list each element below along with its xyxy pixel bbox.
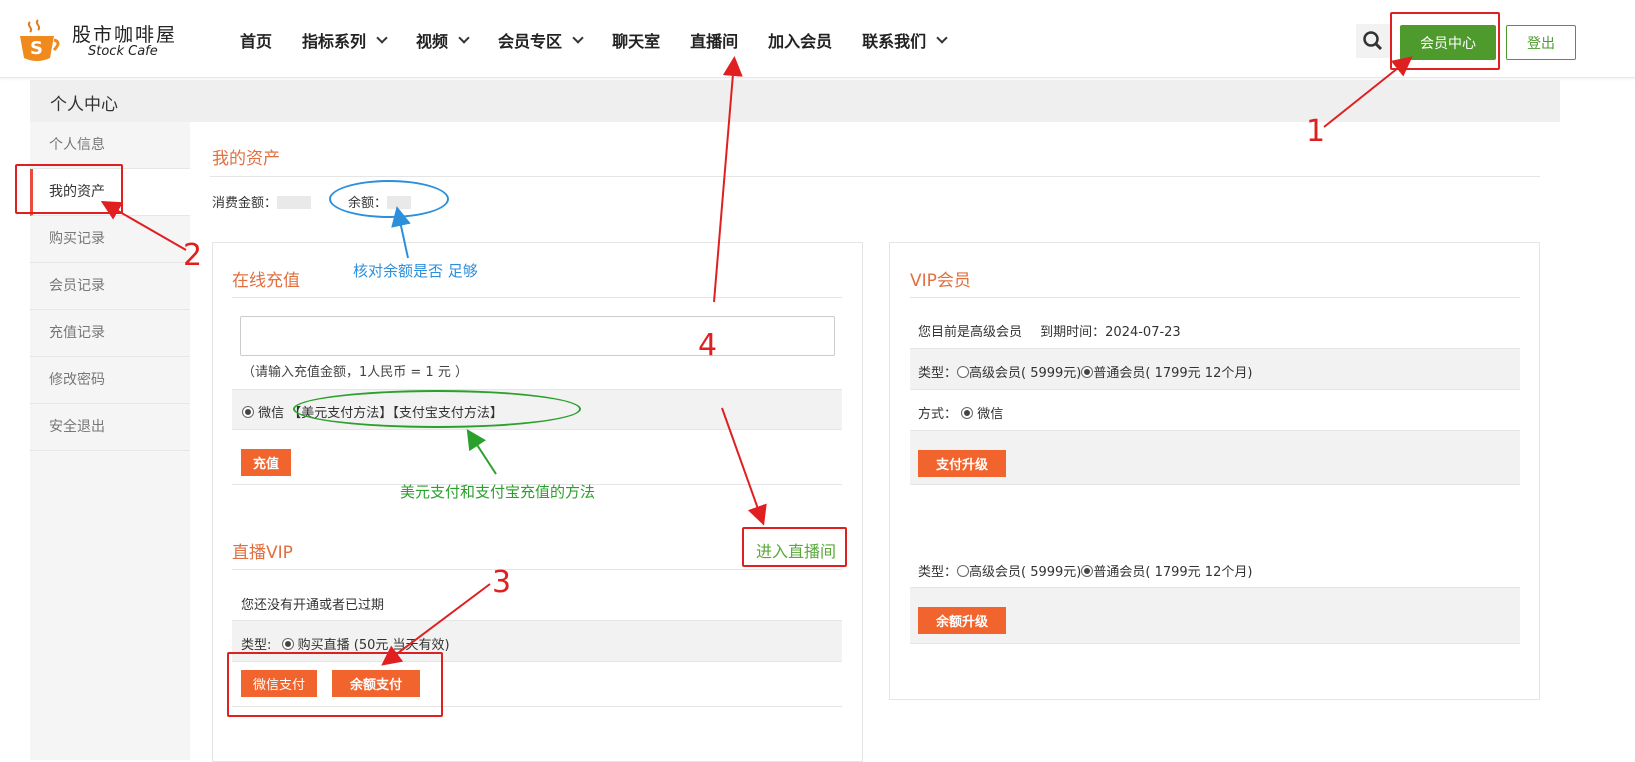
search-button[interactable]	[1356, 24, 1390, 58]
sidebar-item-logout[interactable]: 安全退出	[30, 404, 190, 451]
logo[interactable]: S 股市咖啡屋 Stock Cafe	[16, 18, 176, 68]
vip-method: 方式： 微信	[918, 403, 1003, 422]
live-vip-title: 直播VIP	[232, 543, 293, 563]
chevron-down-icon	[376, 31, 388, 44]
spent-label: 消费金额：	[212, 196, 278, 211]
nav-label: 会员专区	[498, 32, 563, 51]
recharge-button[interactable]: 充值	[241, 449, 292, 476]
senior-option: 高级会员( 5999元)	[969, 565, 1082, 580]
annotation-number-3: 3	[492, 565, 512, 600]
vip-type: 类型： 高级会员( 5999元) 普通会员( 1799元 12个月)	[918, 362, 1252, 381]
sidebar-item-recharge-records[interactable]: 充值记录	[30, 310, 190, 357]
nav-label: 视频	[416, 32, 449, 51]
annotation-ellipse-methods	[293, 390, 581, 428]
chevron-down-icon	[458, 31, 470, 44]
spent-amount: 消费金额：	[212, 192, 312, 211]
nav-label: 聊天室	[612, 32, 661, 51]
nav-label: 加入会员	[768, 32, 833, 51]
nav-videos[interactable]: 视频	[416, 28, 470, 52]
vip-method-label: 方式：	[918, 407, 958, 422]
search-icon	[1363, 31, 1383, 51]
annotation-methods-note: 美元支付和支付宝充值的方法	[400, 483, 596, 501]
sidebar-item-purchases[interactable]: 购买记录	[30, 216, 190, 263]
live-type-label: 类型:	[241, 638, 272, 653]
nav-home[interactable]: 首页	[240, 28, 272, 52]
live-type: 类型: 购买直播 (50元 当天有效)	[241, 634, 450, 653]
main-nav: 首页 指标系列 视频 会员专区 聊天室 直播间 加入会员 联系我们	[240, 28, 976, 52]
logo-text-cn: 股市咖啡屋	[72, 24, 178, 46]
vip-type-label: 类型：	[918, 366, 958, 381]
live-type-radio[interactable]	[281, 638, 294, 650]
nav-chatroom[interactable]: 聊天室	[612, 28, 660, 52]
logout-button[interactable]: 登出	[1506, 25, 1576, 60]
normal-option: 普通会员( 1799元 12个月)	[1093, 565, 1253, 580]
vip-type-label: 类型：	[918, 565, 958, 580]
svg-text:S: S	[30, 38, 43, 59]
sidebar: 个人信息 我的资产 购买记录 会员记录 充值记录 修改密码 安全退出	[30, 122, 190, 760]
vip-wechat-radio[interactable]	[961, 407, 974, 419]
wechat-label: 微信	[258, 406, 285, 421]
coffee-cup-icon: S	[20, 19, 60, 61]
chevron-down-icon	[572, 31, 584, 44]
recharge-amount-input[interactable]	[240, 316, 835, 356]
annotation-number-4: 4	[698, 328, 718, 363]
wechat-radio[interactable]	[242, 406, 254, 418]
vip-type-2: 类型： 高级会员( 5999元) 普通会员( 1799元 12个月)	[918, 561, 1252, 580]
annotation-box-3	[227, 652, 443, 717]
vip-wechat-label: 微信	[977, 407, 1004, 422]
annotation-box-4	[742, 527, 847, 567]
normal-radio[interactable]	[1081, 565, 1094, 577]
senior-radio[interactable]	[957, 565, 970, 577]
vip-current-status: 您目前是高级会员	[918, 325, 1023, 340]
nav-label: 指标系列	[302, 32, 367, 51]
annotation-check-balance: 核对余额是否 足够	[353, 262, 478, 280]
divider	[232, 297, 842, 298]
normal-option: 普通会员( 1799元 12个月)	[1093, 366, 1253, 381]
sidebar-item-change-password[interactable]: 修改密码	[30, 357, 190, 404]
annotation-box-2	[15, 164, 123, 214]
sidebar-item-membership-records[interactable]: 会员记录	[30, 263, 190, 310]
divider	[910, 297, 1520, 298]
redacted-value	[277, 196, 312, 209]
vip-status: 您目前是高级会员 到期时间：2024-07-23	[918, 321, 1181, 340]
chevron-down-icon	[936, 31, 948, 44]
sidebar-item-profile[interactable]: 个人信息	[30, 122, 190, 169]
nav-label: 首页	[240, 32, 273, 51]
live-status-text: 您还没有开通或者已过期	[241, 598, 385, 613]
annotation-number-1: 1	[1306, 114, 1326, 149]
nav-live-room[interactable]: 直播间	[690, 28, 738, 52]
annotation-number-2: 2	[183, 238, 203, 273]
recharge-hint: （请输入充值金额，1人民币 = 1 元 ）	[242, 365, 468, 380]
recharge-title: 在线充值	[232, 271, 300, 291]
annotation-box-1	[1390, 12, 1500, 70]
page-title: 个人中心	[50, 95, 118, 115]
nav-indicators[interactable]: 指标系列	[302, 28, 388, 52]
senior-radio[interactable]	[957, 366, 970, 378]
nav-contact[interactable]: 联系我们	[862, 28, 948, 52]
nav-members-area[interactable]: 会员专区	[498, 28, 584, 52]
normal-radio[interactable]	[1081, 366, 1094, 378]
vip-expire-date: 到期时间：2024-07-23	[1040, 325, 1181, 340]
pay-upgrade-button[interactable]: 支付升级	[918, 450, 1007, 477]
annotation-ellipse-balance	[329, 180, 449, 218]
nav-join[interactable]: 加入会员	[768, 28, 832, 52]
nav-label: 联系我们	[862, 32, 927, 51]
divider	[232, 569, 842, 570]
nav-label: 直播间	[690, 32, 739, 51]
logo-text-en: Stock Cafe	[88, 44, 158, 59]
senior-option: 高级会员( 5999元)	[969, 366, 1082, 381]
balance-upgrade-button[interactable]: 余额升级	[918, 607, 1007, 634]
live-type-option: 购买直播 (50元 当天有效)	[297, 638, 450, 653]
vip-title: VIP会员	[910, 271, 971, 291]
assets-title: 我的资产	[212, 149, 280, 169]
divider	[210, 176, 1540, 177]
breadcrumb: 个人中心	[30, 80, 1560, 122]
